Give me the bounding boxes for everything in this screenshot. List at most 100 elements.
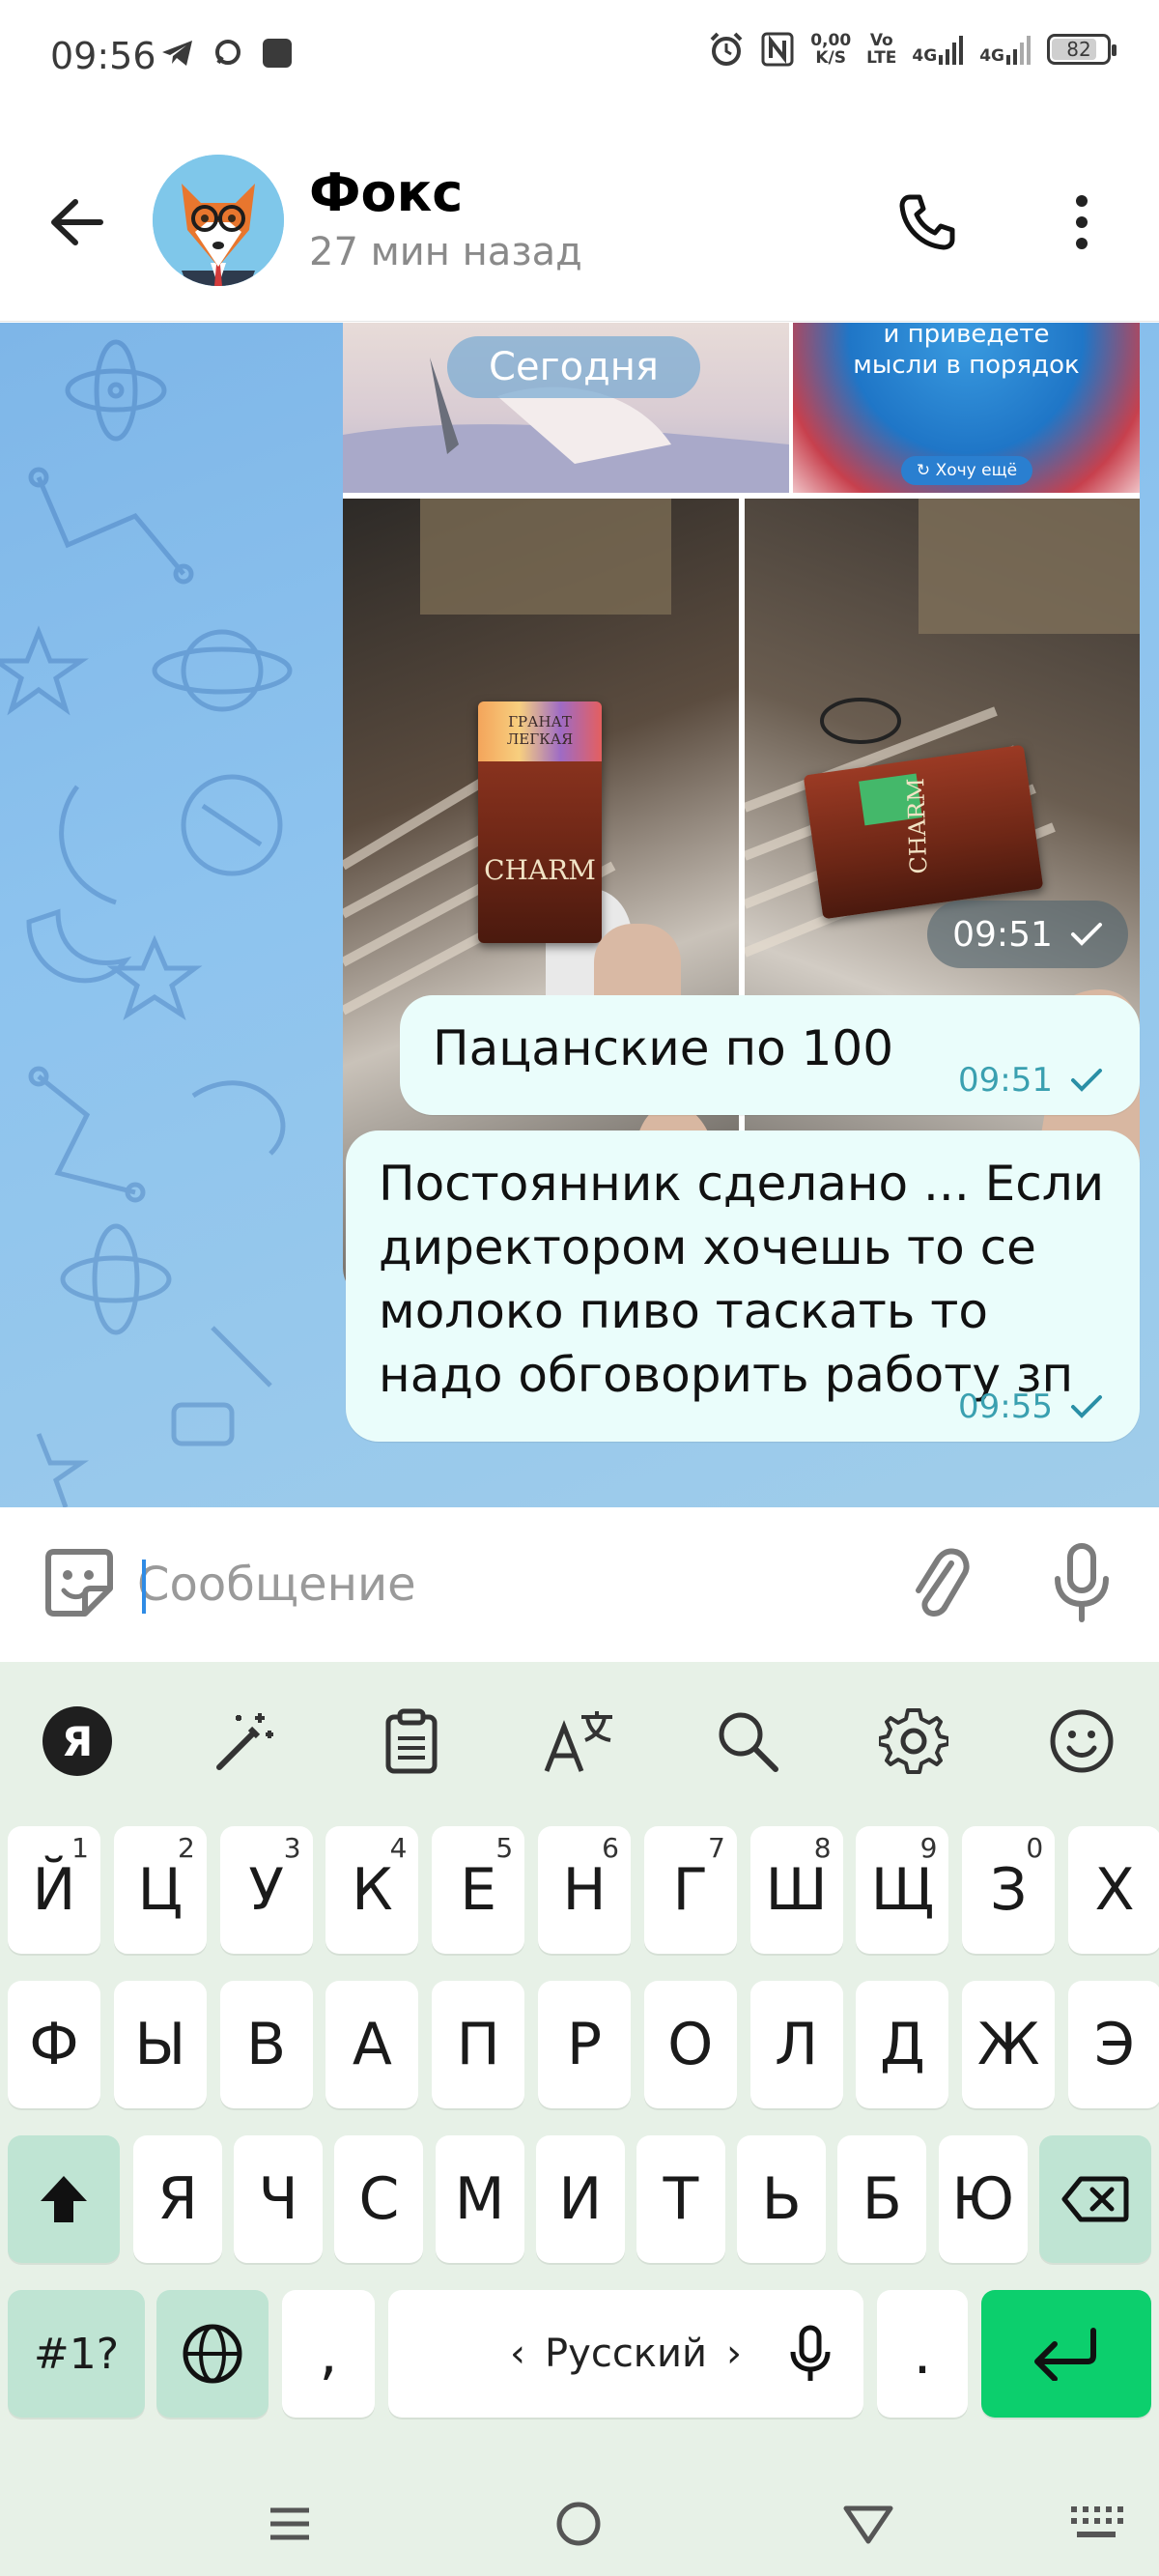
key-label: У (248, 1856, 284, 1924)
comma-key[interactable]: , (282, 2290, 375, 2418)
status-bar: 09:56 0,00 K/S Vo LTE 4G 4G 82 (0, 0, 1159, 116)
letter-key[interactable]: Н6 (538, 1826, 631, 1954)
letter-key[interactable]: У3 (219, 1826, 313, 1954)
key-number-hint: 3 (283, 1832, 301, 1864)
letter-key[interactable]: Ш8 (749, 1826, 843, 1954)
home-button[interactable] (545, 2495, 612, 2553)
promo-image-button: ↻ Хочу ещё (901, 456, 1032, 485)
letter-key[interactable]: М (435, 2135, 524, 2263)
app-notification-icon (263, 39, 292, 68)
status-time: 09:56 (50, 35, 156, 77)
message-composer (0, 1507, 1159, 1662)
letter-key[interactable]: О (643, 1981, 737, 2108)
letter-key[interactable]: И (535, 2135, 625, 2263)
recent-apps-button[interactable] (256, 2495, 324, 2553)
enter-key[interactable] (981, 2290, 1151, 2418)
contact-avatar[interactable] (153, 155, 284, 286)
letter-key[interactable]: С (334, 2135, 424, 2263)
letter-key[interactable]: Л (749, 1981, 843, 2108)
cigarette-pack: CHARM (803, 744, 1044, 920)
letter-key[interactable]: Я (133, 2135, 222, 2263)
media-time-label: 09:51 (952, 914, 1053, 955)
chat-notification-icon (215, 40, 240, 65)
microphone-icon (1055, 1543, 1109, 1622)
letter-key[interactable]: К4 (325, 1826, 419, 1954)
magic-wand-button[interactable] (207, 1703, 284, 1780)
status-right-icons: 0,00 K/S Vo LTE 4G 4G 82 (708, 31, 1117, 68)
letter-key[interactable]: Ф (8, 1981, 100, 2108)
letter-key[interactable]: Й1 (8, 1826, 100, 1954)
system-navigation-bar (0, 2474, 1159, 2576)
sticker-icon (45, 1549, 113, 1617)
key-number-hint: 9 (919, 1832, 938, 1864)
outgoing-message[interactable]: Пацанские по 100 09:51 (400, 995, 1140, 1115)
letter-key[interactable]: Ю (938, 2135, 1028, 2263)
more-vertical-icon (1076, 195, 1088, 249)
keyboard-language-label: Русский (545, 2332, 707, 2376)
volte-bottom: LTE (866, 48, 897, 68)
letter-key[interactable]: Щ9 (856, 1826, 949, 1954)
clipboard-button[interactable] (373, 1703, 450, 1780)
attach-button[interactable] (898, 1542, 979, 1623)
letter-key[interactable]: Е5 (432, 1826, 525, 1954)
space-key[interactable]: ‹ Русский › (388, 2290, 863, 2418)
yandex-button[interactable]: Я (39, 1703, 116, 1780)
letter-key[interactable]: Ы (113, 1981, 207, 2108)
keyboard-hide-button[interactable] (1062, 2495, 1130, 2553)
shift-key[interactable] (8, 2135, 120, 2263)
letter-key[interactable]: П (432, 1981, 525, 2108)
letter-key[interactable]: В (219, 1981, 313, 2108)
network-speed-value: 0,00 (810, 31, 852, 50)
letter-key[interactable]: Х (1068, 1826, 1159, 1954)
promo-text-line-1: и приведете (883, 323, 1050, 349)
letter-key[interactable]: Б (837, 2135, 927, 2263)
volte-indicator: Vo LTE (866, 32, 896, 67)
photo-thumbnail[interactable]: и приведете мысли в порядок ↻ Хочу ещё (793, 323, 1140, 493)
contact-name[interactable]: Фокс (309, 162, 463, 223)
letter-key[interactable]: А (325, 1981, 419, 2108)
promo-button-label: Хочу ещё (935, 461, 1018, 480)
more-options-button[interactable] (1043, 184, 1120, 261)
outgoing-message[interactable]: Постоянник сделано ... Если директором х… (346, 1131, 1140, 1442)
shift-icon (41, 2176, 87, 2222)
keyboard-search-button[interactable] (709, 1703, 786, 1780)
key-number-hint: 0 (1026, 1832, 1044, 1864)
key-label: Ц (137, 1856, 184, 1924)
chat-area[interactable]: и приведете мысли в порядок ↻ Хочу ещё Г… (0, 323, 1159, 1507)
letter-key[interactable]: Ж (962, 1981, 1056, 2108)
telegram-notification-icon (162, 41, 192, 66)
letter-key[interactable]: Р (538, 1981, 631, 2108)
letter-key[interactable]: Э (1068, 1981, 1159, 2108)
keyboard-settings-button[interactable] (875, 1703, 952, 1780)
letter-key[interactable]: Д (856, 1981, 949, 2108)
translate-button[interactable] (541, 1703, 618, 1780)
language-switch-key[interactable] (156, 2290, 269, 2418)
back-nav-button[interactable] (834, 2495, 902, 2553)
voice-input-icon[interactable] (788, 2325, 833, 2383)
key-label: К (352, 1856, 393, 1924)
globe-icon (183, 2324, 242, 2384)
call-button[interactable] (889, 184, 966, 261)
emoji-keyboard-button[interactable] (1043, 1703, 1120, 1780)
pack-label: ГРАНАТ ЛЕГКАЯ (506, 713, 574, 748)
period-key[interactable]: . (877, 2290, 968, 2418)
promo-image-text: и приведете мысли в порядок (793, 323, 1140, 381)
yandex-icon: Я (42, 1706, 112, 1776)
letter-key[interactable]: Ь (737, 2135, 827, 2263)
enter-icon (1034, 2328, 1096, 2381)
letter-key[interactable]: З0 (962, 1826, 1056, 1954)
emoji-sticker-button[interactable] (39, 1542, 120, 1623)
message-input[interactable] (137, 1546, 871, 1623)
paperclip-icon (916, 1548, 970, 1617)
letter-key[interactable]: Г7 (643, 1826, 737, 1954)
backspace-key[interactable] (1039, 2135, 1151, 2263)
letter-key[interactable]: Ц2 (113, 1826, 207, 1954)
letter-key[interactable]: Т (636, 2135, 725, 2263)
key-label: Н (562, 1856, 607, 1924)
promo-text-line-2: мысли в порядок (853, 351, 1080, 380)
back-button[interactable] (39, 184, 116, 261)
symbols-key[interactable]: #1? (8, 2290, 145, 2418)
letter-key[interactable]: Ч (234, 2135, 324, 2263)
voice-record-button[interactable] (1041, 1542, 1122, 1623)
signal-icon (1006, 36, 1031, 65)
